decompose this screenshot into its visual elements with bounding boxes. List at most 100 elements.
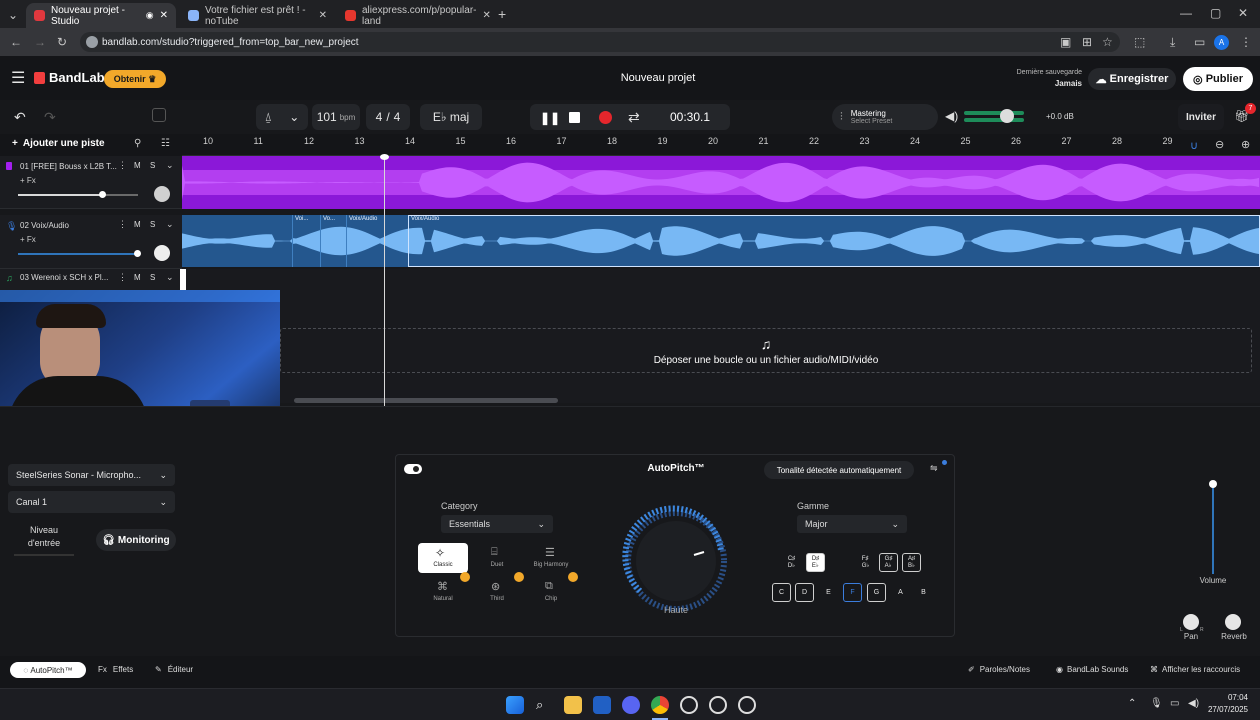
maximize-icon[interactable]: ▢ bbox=[1210, 7, 1221, 19]
zoom-in-icon[interactable]: ⊕ bbox=[1241, 138, 1250, 151]
drop-zone[interactable]: ♫ Déposer une boucle ou un fichier audio… bbox=[280, 328, 1252, 373]
windows-start-icon[interactable] bbox=[506, 696, 524, 714]
download-icon[interactable]: ⤓ bbox=[1170, 36, 1175, 48]
steelseries-icon[interactable] bbox=[680, 696, 698, 714]
undo-icon[interactable]: ↶ bbox=[14, 109, 26, 126]
loop-icon[interactable]: ⇄ bbox=[628, 109, 640, 126]
track-name[interactable]: 02 Voix/Audio bbox=[20, 221, 69, 230]
bookmark-star-icon[interactable]: ☆ bbox=[1102, 36, 1113, 48]
tab-close-icon[interactable]: ✕ bbox=[160, 10, 168, 21]
track-pan-knob[interactable] bbox=[154, 245, 170, 261]
cast-icon[interactable]: ▣ bbox=[1060, 36, 1071, 48]
panel-settings-icon[interactable]: ⇋ bbox=[930, 463, 938, 474]
reload-icon[interactable]: ↻ bbox=[57, 36, 67, 48]
obtain-button[interactable]: Obtenir ♛ bbox=[104, 70, 166, 88]
snapshot-icon[interactable] bbox=[152, 108, 166, 122]
sidebar-icon[interactable]: ▭ bbox=[1194, 36, 1205, 48]
metronome-toggle[interactable]: ⍙ ⌄ bbox=[256, 104, 308, 130]
bandlab-sounds-button[interactable]: ◉ BandLab Sounds bbox=[1056, 665, 1128, 674]
solo-button[interactable]: S bbox=[150, 161, 155, 170]
scale-key-natural[interactable]: C bbox=[772, 583, 791, 602]
category-chip[interactable]: ⧉ Chip bbox=[526, 577, 576, 607]
browser-tab-notube[interactable]: Votre fichier est prêt ! - noTube ✕ bbox=[180, 3, 335, 28]
tray-chevron-icon[interactable]: ⌃ bbox=[1128, 698, 1136, 709]
new-tab-icon[interactable]: + bbox=[498, 7, 506, 21]
shortcuts-button[interactable]: ⌘ Afficher les raccourcis bbox=[1150, 665, 1240, 674]
tab-list-chevron-icon[interactable]: ⌄ bbox=[8, 9, 18, 21]
auto-detect-key-button[interactable]: Tonalité détectée automatiquement bbox=[764, 461, 914, 479]
solo-button[interactable]: S bbox=[150, 273, 155, 282]
tab-close-icon[interactable]: ✕ bbox=[483, 10, 491, 21]
url-field[interactable]: bandlab.com/studio?triggered_from=top_ba… bbox=[80, 32, 1120, 52]
hamburger-menu-icon[interactable]: ☰ bbox=[11, 68, 25, 88]
category-select[interactable]: Essentials ⌄ bbox=[441, 515, 553, 533]
playhead-handle[interactable] bbox=[380, 154, 389, 160]
monitoring-button[interactable]: 🎧︎ Monitoring bbox=[96, 529, 176, 551]
steelseries-gg-icon[interactable] bbox=[709, 696, 727, 714]
tab-audio-icon[interactable]: ◉ bbox=[146, 10, 154, 21]
browser-menu-icon[interactable]: ⋮ bbox=[1240, 36, 1252, 48]
magic-wand-icon[interactable]: ⚲ bbox=[134, 138, 141, 149]
playhead[interactable] bbox=[384, 156, 385, 406]
browser-tab-aliexpress[interactable]: aliexpress.com/p/popular-land ✕ bbox=[337, 3, 492, 28]
scale-select[interactable]: Major ⌄ bbox=[797, 515, 907, 533]
store-icon[interactable] bbox=[593, 696, 611, 714]
tab-close-icon[interactable]: ✕ bbox=[319, 10, 327, 21]
track-header-2[interactable]: 🎙︎ 02 Voix/Audio + Fx ⋮ M S ⌄ bbox=[0, 215, 182, 269]
microphone-tray-icon[interactable]: 🎙︎ bbox=[1150, 698, 1163, 709]
zoom-out-icon[interactable]: ⊖ bbox=[1215, 138, 1224, 151]
stop-icon[interactable] bbox=[569, 112, 580, 123]
pause-icon[interactable]: ❚❚ bbox=[540, 111, 560, 125]
track-menu-icon[interactable]: ⋮ bbox=[118, 160, 127, 171]
network-icon[interactable]: ▭ bbox=[1170, 698, 1179, 709]
bpm-field[interactable]: 101 bpm bbox=[312, 104, 360, 130]
scale-key-sharp[interactable]: D♯ E♭ bbox=[806, 553, 825, 572]
track-settings-icon[interactable]: ☷ bbox=[161, 138, 170, 149]
track-name[interactable]: 01 [FREE] Bouss x L2B T... bbox=[20, 162, 117, 171]
add-fx-button[interactable]: + Fx bbox=[20, 235, 36, 244]
track-chevron-icon[interactable]: ⌄ bbox=[166, 160, 174, 171]
scale-key-natural[interactable]: A bbox=[891, 583, 910, 602]
track-chevron-icon[interactable]: ⌄ bbox=[166, 272, 174, 283]
scale-key-natural[interactable]: E bbox=[819, 583, 838, 602]
clock-date[interactable]: 27/07/2025 bbox=[1196, 705, 1248, 714]
pan-knob[interactable] bbox=[1183, 614, 1199, 630]
track-header-3[interactable]: ♫ 03 Werenoi x SCH x Pl... ⋮ M S ⌄ bbox=[0, 269, 182, 291]
clock-time[interactable]: 07:04 bbox=[1200, 693, 1248, 702]
horizontal-scrollbar[interactable] bbox=[294, 398, 558, 403]
search-icon[interactable]: ⌕ bbox=[536, 697, 543, 713]
track-volume-handle[interactable] bbox=[99, 191, 106, 198]
lyrics-notes-button[interactable]: ✐ Paroles/Notes bbox=[968, 665, 1030, 674]
editor-tab[interactable]: ✎ Éditeur bbox=[155, 665, 193, 674]
speaker-icon[interactable]: ◀) bbox=[945, 109, 958, 123]
translate-icon[interactable]: ⊞ bbox=[1082, 36, 1092, 48]
track-pan-knob[interactable] bbox=[154, 186, 170, 202]
invite-button[interactable]: Inviter bbox=[1178, 104, 1224, 130]
track-chevron-icon[interactable]: ⌄ bbox=[166, 219, 174, 230]
bandlab-logo[interactable]: BandLab bbox=[34, 70, 105, 85]
scale-key-natural[interactable]: B bbox=[914, 583, 933, 602]
discord-icon[interactable] bbox=[622, 696, 640, 714]
site-info-icon[interactable] bbox=[86, 36, 98, 48]
track-volume-handle[interactable] bbox=[134, 250, 141, 257]
profile-avatar[interactable]: A bbox=[1214, 35, 1229, 50]
project-title[interactable]: Nouveau projet bbox=[560, 72, 756, 84]
forward-arrow-icon[interactable]: → bbox=[34, 36, 46, 48]
reverb-knob[interactable] bbox=[1225, 614, 1241, 630]
solo-button[interactable]: S bbox=[150, 220, 155, 229]
volume-handle[interactable] bbox=[1209, 480, 1217, 488]
back-arrow-icon[interactable]: ← bbox=[10, 36, 22, 48]
track-2-clip[interactable]: Voi... Vo... Voix/Audio Voix/Audio bbox=[182, 215, 1260, 267]
scale-key-natural[interactable]: D bbox=[795, 583, 814, 602]
mastering-button[interactable]: ⫶ Mastering Select Preset bbox=[832, 104, 938, 130]
track-menu-icon[interactable]: ⋮ bbox=[118, 272, 127, 283]
track-1-clip[interactable] bbox=[182, 156, 1260, 209]
save-button[interactable]: ☁ Enregistrer bbox=[1088, 68, 1176, 90]
key-field[interactable]: E♭ maj bbox=[420, 104, 482, 130]
minimize-icon[interactable]: — bbox=[1180, 7, 1192, 19]
mute-button[interactable]: M bbox=[134, 161, 141, 170]
add-fx-button[interactable]: + Fx bbox=[20, 176, 36, 185]
scale-key-natural[interactable]: F bbox=[843, 583, 862, 602]
timeline-ruler[interactable]: 10 11 12 13 14 15 16 17 18 19 20 21 22 23 24 25 26 27 28 29 bbox=[182, 134, 1260, 156]
category-big-harmony[interactable]: ☰ Big Harmony bbox=[526, 543, 576, 573]
